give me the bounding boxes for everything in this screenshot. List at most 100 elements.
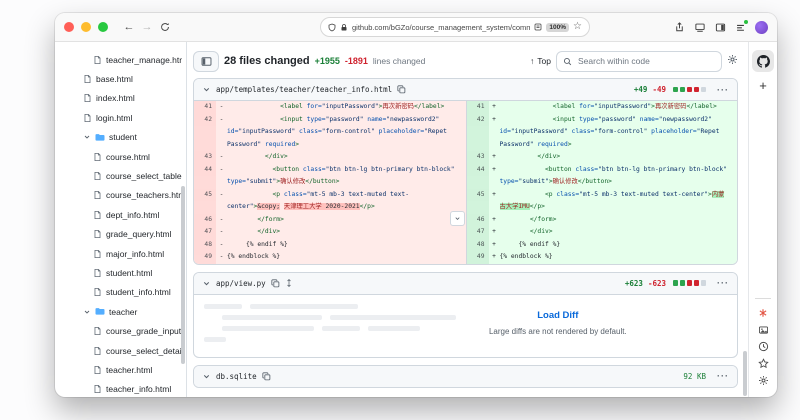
tree-file-teacher_info.html[interactable]: teacher_info.html	[59, 380, 182, 397]
tree-file-student_info.html[interactable]: student_info.html	[59, 283, 182, 302]
tree-file-course_select_table....[interactable]: course_select_table....	[59, 166, 182, 185]
tree-file-student.html[interactable]: student.html	[59, 263, 182, 282]
collapse-chevron-icon[interactable]	[202, 85, 211, 94]
diff-line-number[interactable]: 44	[467, 164, 489, 177]
diff-row: 47+ </div>	[467, 226, 738, 239]
maximize-window-button[interactable]	[98, 22, 108, 32]
search-input[interactable]	[576, 55, 715, 67]
tree-file-dept_info.html[interactable]: dept_info.html	[59, 205, 182, 224]
tree-file-course_grade_input.h...[interactable]: course_grade_input.h...	[59, 321, 182, 340]
main-scrollbar[interactable]	[743, 351, 747, 396]
diff-row: 48- {% endif %}	[194, 239, 466, 252]
diff-line-number[interactable]	[467, 126, 489, 139]
tree-file-grade_query.html[interactable]: grade_query.html	[59, 225, 182, 244]
diff-line-number[interactable]: 46	[194, 214, 216, 227]
zoom-level-badge[interactable]: 100%	[546, 23, 569, 32]
reload-button[interactable]	[156, 18, 174, 36]
diff-line-number[interactable]: 45	[467, 189, 489, 202]
diff-line-number[interactable]: 45	[194, 189, 216, 202]
diff-sign-marker: -	[216, 239, 227, 252]
bookmarks-star-icon[interactable]	[758, 355, 769, 372]
diff-line-number[interactable]: 42	[194, 114, 216, 127]
copy-path-icon[interactable]	[262, 372, 271, 381]
bookmark-star-icon[interactable]: ☆	[573, 22, 582, 32]
screen-share-icon[interactable]	[694, 22, 706, 33]
tree-file-index.html[interactable]: index.html	[59, 89, 182, 108]
chevron-down-icon[interactable]	[83, 133, 91, 141]
share-icon[interactable]	[674, 21, 685, 33]
diff-line-number[interactable]: 42	[467, 114, 489, 127]
tree-file-teacher_manage.html[interactable]: teacher_manage.html	[59, 50, 182, 69]
diff-line-number[interactable]: 43	[467, 151, 489, 164]
close-window-button[interactable]	[64, 22, 74, 32]
back-button[interactable]: ←	[120, 18, 138, 36]
chevron-down-icon[interactable]	[83, 308, 91, 316]
shield-icon[interactable]	[328, 23, 336, 32]
tree-item-label: teacher	[109, 307, 137, 317]
diff-line-number[interactable]: 46	[467, 214, 489, 227]
add-tab-button[interactable]: +	[759, 79, 767, 92]
file-options-kebab-icon[interactable]: ···	[717, 278, 729, 288]
file-path[interactable]: app/templates/teacher/teacher_info.html	[216, 85, 392, 94]
diff-line-number[interactable]: 48	[467, 239, 489, 252]
lock-icon[interactable]	[340, 23, 348, 32]
diff-code-line: </div>	[500, 151, 738, 164]
diff-line-number[interactable]: 49	[467, 251, 489, 264]
tree-file-course_teachers.html[interactable]: course_teachers.html	[59, 186, 182, 205]
history-clock-icon[interactable]	[758, 338, 769, 355]
load-diff-button[interactable]: Load Diff	[379, 310, 737, 321]
diff-code-line: id="inputPassword" class="form-control" …	[500, 126, 738, 139]
screenshots-icon[interactable]	[758, 321, 769, 338]
expand-all-icon[interactable]	[285, 278, 293, 288]
tree-file-teacher.html[interactable]: teacher.html	[59, 360, 182, 379]
url-text[interactable]: github.com/bGZo/course_management_system…	[352, 23, 530, 32]
sidebar-toggle-icon[interactable]	[715, 22, 726, 33]
diff-settings-gear-icon[interactable]	[727, 52, 738, 70]
github-octocat-icon[interactable]	[752, 50, 774, 72]
settings-gear-icon[interactable]	[758, 372, 769, 389]
reader-mode-icon[interactable]	[534, 23, 542, 31]
diff-line-number[interactable]	[194, 139, 216, 152]
copy-path-icon[interactable]	[397, 85, 406, 94]
minimize-window-button[interactable]	[81, 22, 91, 32]
tree-file-course.html[interactable]: course.html	[59, 147, 182, 166]
copy-path-icon[interactable]	[271, 279, 280, 288]
file-options-kebab-icon[interactable]: ···	[717, 85, 729, 95]
back-to-top-link[interactable]: ↑Top	[530, 56, 551, 66]
diff-line-number[interactable]	[467, 176, 489, 189]
collapse-chevron-icon[interactable]	[202, 279, 211, 288]
diff-line-number[interactable]	[194, 126, 216, 139]
tree-file-login.html[interactable]: login.html	[59, 108, 182, 127]
tree-folder-teacher[interactable]: teacher	[59, 302, 182, 321]
tree-file-base.html[interactable]: base.html	[59, 69, 182, 88]
forward-button[interactable]: →	[138, 18, 156, 36]
file-path[interactable]: app/view.py	[216, 279, 266, 288]
diff-line-number[interactable]: 44	[194, 164, 216, 177]
diff-line-number[interactable]: 47	[194, 226, 216, 239]
profile-avatar[interactable]	[755, 21, 768, 34]
file-tree-scrollbar[interactable]	[181, 186, 185, 364]
pinned-site-icon[interactable]	[758, 304, 768, 321]
diff-line-number[interactable]: 41	[194, 101, 216, 114]
diff-line-number[interactable]: 47	[467, 226, 489, 239]
diff-line-number[interactable]: 48	[194, 239, 216, 252]
file-deletions: -623	[648, 279, 666, 288]
file-options-kebab-icon[interactable]: ···	[717, 371, 729, 381]
file-path[interactable]: db.sqlite	[216, 372, 257, 381]
address-bar[interactable]: github.com/bGZo/course_management_system…	[320, 17, 590, 37]
extensions-icon[interactable]	[735, 22, 746, 33]
diff-line-number[interactable]	[467, 201, 489, 214]
browser-toolbar: ← → github.com/bGZo/course_management_sy…	[55, 13, 777, 42]
diff-line-number[interactable]	[194, 201, 216, 214]
diff-line-number[interactable]	[467, 139, 489, 152]
tree-file-major_info.html[interactable]: major_info.html	[59, 244, 182, 263]
tree-file-course_select_detail....[interactable]: course_select_detail....	[59, 341, 182, 360]
diff-line-number[interactable]: 49	[194, 251, 216, 264]
tree-folder-student[interactable]: student	[59, 128, 182, 147]
diff-line-number[interactable]	[194, 176, 216, 189]
collapse-chevron-icon[interactable]	[202, 372, 211, 381]
expand-diff-button[interactable]	[450, 211, 465, 226]
file-tree-toggle-button[interactable]	[193, 51, 219, 72]
diff-line-number[interactable]: 41	[467, 101, 489, 114]
diff-line-number[interactable]: 43	[194, 151, 216, 164]
